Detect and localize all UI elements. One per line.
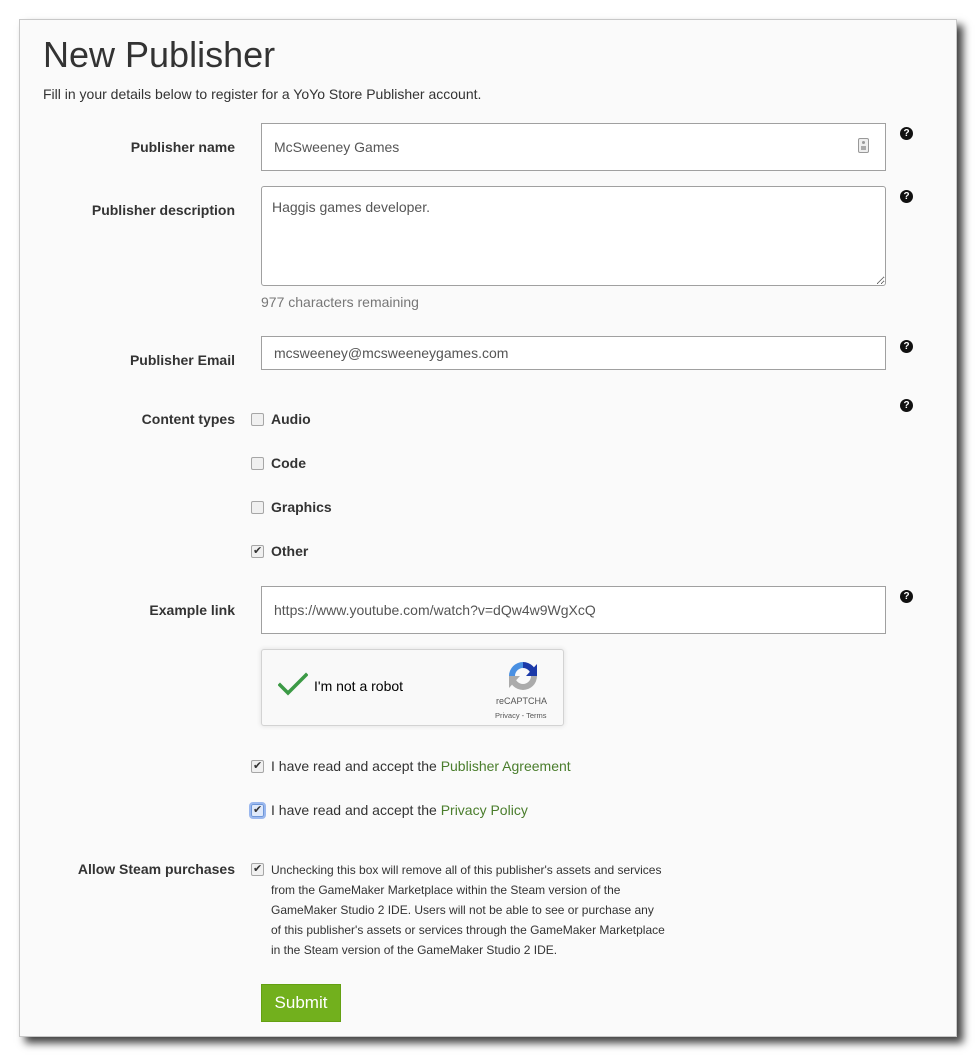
privacy-policy-text: I have read and accept the Privacy Polic… [271, 802, 528, 818]
help-icon[interactable]: ? [900, 190, 913, 203]
content-types-label: Content types [141, 411, 235, 427]
publisher-description-label: Publisher description [91, 202, 235, 218]
help-icon[interactable]: ? [900, 590, 913, 603]
captcha-checkmark-icon[interactable] [278, 672, 308, 696]
help-icon[interactable]: ? [900, 399, 913, 412]
content-type-audio-label[interactable]: Audio [271, 411, 311, 427]
page-title: New Publisher [43, 34, 276, 75]
content-type-other-label[interactable]: Other [271, 543, 308, 559]
content-type-other-checkbox[interactable] [251, 544, 264, 558]
example-link-input[interactable] [261, 586, 886, 634]
recaptcha-privacy-terms-links[interactable]: Privacy - Terms [495, 711, 547, 720]
content-type-code-label[interactable]: Code [271, 455, 306, 471]
publisher-agreement-prefix: I have read and accept the [271, 758, 441, 774]
privacy-policy-link[interactable]: Privacy Policy [441, 802, 528, 818]
publisher-email-input[interactable] [261, 336, 886, 370]
publisher-email-label: Publisher Email [129, 352, 235, 368]
submit-button[interactable]: Submit [261, 984, 341, 1022]
publisher-name-input[interactable] [261, 123, 886, 171]
publisher-agreement-text: I have read and accept the Publisher Agr… [271, 758, 571, 774]
privacy-policy-prefix: I have read and accept the [271, 802, 441, 818]
steam-purchases-description: Unchecking this box will remove all of t… [271, 863, 665, 957]
contact-card-icon[interactable] [858, 138, 869, 153]
publisher-name-label: Publisher name [130, 139, 235, 155]
content-type-audio-checkbox[interactable] [251, 413, 264, 426]
help-icon[interactable]: ? [900, 127, 913, 140]
captcha-label: I'm not a robot [314, 678, 404, 694]
recaptcha-logo-icon [509, 662, 537, 690]
recaptcha-widget: I'm not a robot reCAPTCHA Privacy - Term… [261, 649, 564, 726]
publisher-agreement-checkbox[interactable] [251, 759, 264, 773]
new-publisher-panel: New Publisher Fill in your details below… [19, 19, 957, 1037]
allow-steam-purchases-checkbox[interactable] [251, 862, 264, 876]
content-type-graphics-label[interactable]: Graphics [271, 499, 332, 515]
page-subtitle: Fill in your details below to register f… [43, 86, 482, 102]
example-link-label: Example link [149, 602, 235, 618]
content-type-code-checkbox[interactable] [251, 457, 264, 470]
characters-remaining: 977 characters remaining [261, 294, 419, 310]
help-icon[interactable]: ? [900, 340, 913, 353]
publisher-agreement-link[interactable]: Publisher Agreement [441, 758, 571, 774]
allow-steam-purchases-label: Allow Steam purchases [77, 861, 235, 877]
privacy-policy-checkbox[interactable] [249, 802, 266, 819]
content-type-graphics-checkbox[interactable] [251, 501, 264, 514]
publisher-description-textarea[interactable] [261, 186, 886, 286]
recaptcha-brand: reCAPTCHA [496, 696, 548, 706]
